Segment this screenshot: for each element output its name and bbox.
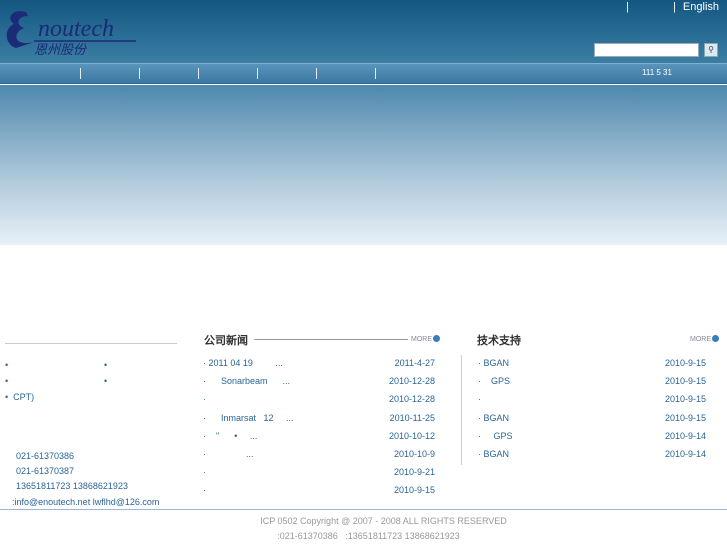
support-more-link[interactable]: MORE	[690, 335, 719, 343]
item-title[interactable]: · Inmarsat 12 ...	[203, 413, 294, 423]
item-title[interactable]: · 2011 04 19 ...	[203, 358, 283, 368]
item-date: 2011-4-27	[394, 358, 435, 368]
item-title[interactable]: · GPS	[478, 376, 510, 386]
main-nav: 111 5 31	[0, 63, 727, 84]
english-link[interactable]: English	[683, 1, 719, 13]
item-title[interactable]: ·	[478, 394, 481, 404]
support-item[interactable]: · BGAN 2010-9-15	[478, 358, 706, 372]
item-date: 2010-9-15	[664, 376, 706, 387]
support-item[interactable]: · GPS 2010-9-14	[478, 431, 706, 445]
footer-phones: :021-61370386 :13651811723 13868621923	[277, 531, 460, 541]
item-date: 2010-12-28	[388, 394, 435, 405]
item-date: 2010-9-15	[664, 394, 706, 405]
footer-divider	[0, 509, 727, 510]
nav-separator	[375, 68, 376, 79]
left-list-item[interactable]: •	[104, 376, 107, 386]
search-input[interactable]	[594, 43, 699, 57]
item-date: 2010-9-15	[664, 412, 706, 423]
news-item[interactable]: · Sonarbeam ... 2010-12-28	[203, 376, 435, 390]
banner	[0, 85, 727, 245]
support-item[interactable]: · BGAN 2010-9-15	[478, 413, 706, 427]
news-title: 公司新闻	[204, 335, 248, 347]
separator: |	[626, 1, 629, 13]
separator: |	[673, 1, 676, 13]
support-item[interactable]: · GPS 2010-9-15	[478, 376, 706, 390]
news-item[interactable]: · 2011 04 19 ... 2011-4-27	[203, 358, 435, 372]
copyright: ICP 0502 Copyright @ 2007 - 2008 ALL RIG…	[260, 516, 507, 526]
item-date: 2010-10-9	[393, 449, 435, 459]
left-list-item[interactable]: •	[5, 376, 8, 386]
item-date: 2010-10-12	[388, 430, 435, 441]
email: :info@enoutech.net lwflhd@126.com	[12, 497, 160, 507]
news-item[interactable]: · Inmarsat 12 ... 2010-11-25	[203, 413, 435, 427]
left-list-item[interactable]: • CPT)	[5, 392, 34, 402]
current-date: 111 5 31	[642, 68, 672, 77]
support-item[interactable]: · 2010-9-15	[478, 394, 706, 408]
svg-text:恩州股份: 恩州股份	[34, 42, 88, 56]
phone: 021-61370387	[16, 466, 75, 476]
item-date: 2010-9-15	[664, 358, 706, 368]
item-title[interactable]: · GPS	[478, 431, 513, 441]
nav-separator	[80, 68, 81, 79]
mobile: 13651811723 13868621923	[16, 481, 128, 491]
enoutech-logo[interactable]: noutech 恩州股份	[4, 6, 139, 56]
news-item[interactable]: · ... 2010-10-9	[203, 449, 435, 463]
item-title[interactable]: · BGAN	[478, 358, 509, 368]
item-date: 2010-9-14	[664, 449, 706, 459]
left-list-item[interactable]: •	[5, 360, 8, 370]
item-date: 2010-9-15	[393, 485, 435, 496]
more-label: MORE	[411, 336, 432, 343]
item-date: 2010-9-21	[393, 467, 435, 478]
header: noutech 恩州股份 | | English ⚲	[0, 0, 727, 63]
divider	[5, 343, 177, 344]
more-label: MORE	[690, 336, 711, 343]
item-date: 2010-11-25	[389, 412, 435, 423]
news-more-link[interactable]: MORE	[411, 335, 440, 343]
item-date: 2010-9-14	[664, 430, 706, 441]
nav-separator	[316, 68, 317, 79]
nav-separator	[139, 68, 140, 79]
item-title[interactable]: ·	[203, 485, 206, 495]
arrow-icon	[433, 335, 440, 342]
item-title[interactable]: · " • ...	[203, 431, 257, 441]
divider	[254, 339, 408, 340]
item-date: 2010-12-28	[388, 376, 435, 387]
search-icon: ⚲	[708, 45, 714, 54]
news-item[interactable]: · 2010-12-28	[203, 394, 435, 408]
support-title: 技术支持	[477, 335, 521, 347]
news-item[interactable]: · 2010-9-15	[203, 485, 435, 499]
item-title[interactable]: · Sonarbeam ...	[203, 376, 290, 386]
item-title[interactable]: ·	[203, 467, 206, 477]
search-button[interactable]: ⚲	[704, 43, 718, 57]
nav-separator	[198, 68, 199, 79]
item-title[interactable]: · ...	[203, 449, 254, 459]
support-item[interactable]: · BGAN 2010-9-14	[478, 449, 706, 463]
news-item[interactable]: · " • ... 2010-10-12	[203, 431, 435, 445]
item-title[interactable]: ·	[203, 394, 206, 404]
item-title[interactable]: · BGAN	[478, 413, 509, 423]
svg-text:noutech: noutech	[38, 16, 114, 42]
item-title[interactable]: · BGAN	[478, 449, 509, 459]
top-links: | | English	[622, 1, 719, 13]
phone: 021-61370386	[16, 451, 75, 461]
arrow-icon	[712, 335, 719, 342]
nav-separator	[257, 68, 258, 79]
news-item[interactable]: · 2010-9-21	[203, 467, 435, 481]
left-list-item[interactable]: •	[104, 360, 107, 370]
divider	[461, 355, 462, 465]
